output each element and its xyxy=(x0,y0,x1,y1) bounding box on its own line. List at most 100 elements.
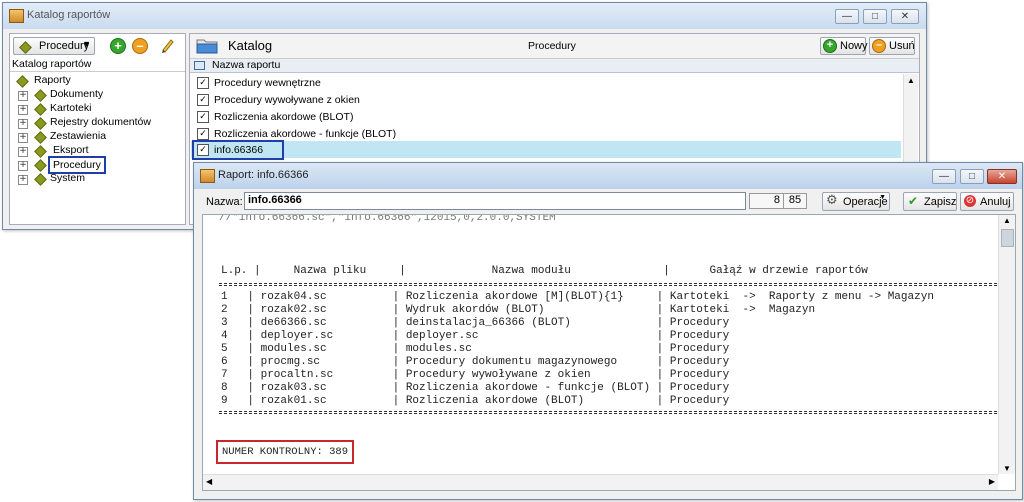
new-button[interactable]: + Nowy xyxy=(820,37,868,55)
minimize-button[interactable]: — xyxy=(835,9,859,24)
tree-item-system[interactable]: System xyxy=(50,172,85,184)
left-pane: Procedury ▼ + – Katalog raportów Raporty… xyxy=(9,33,186,225)
row-checkbox[interactable]: ✓ xyxy=(197,77,209,89)
row-checkbox[interactable]: ✓ xyxy=(197,111,209,123)
table-row: 1 | rozak04.sc | Rozliczenia akordowe [M… xyxy=(221,291,934,303)
column-indicator: 85 xyxy=(783,193,807,209)
catalog-toolbar: Katalog Procedury + Nowy – Usuń xyxy=(190,34,919,59)
report-row[interactable]: Procedury wywoływane z okien xyxy=(214,94,360,106)
remove-icon: – xyxy=(872,39,886,53)
control-number-box: NUMER KONTROLNY: 389 xyxy=(216,440,355,464)
expand-icon[interactable]: + xyxy=(18,175,28,185)
save-button[interactable]: ✔ Zapisz xyxy=(903,192,957,211)
catalog-panel-center: Procedury xyxy=(528,40,576,52)
expand-icon[interactable]: + xyxy=(18,105,28,115)
report-row-selected[interactable]: info.66366 xyxy=(214,144,263,156)
tree-item-rejestry[interactable]: Rejestry dokumentów xyxy=(50,116,151,128)
app-icon xyxy=(200,169,215,183)
selected-row-highlight[interactable] xyxy=(191,141,901,158)
table-row: 3 | de66366.sc | deinstalacja_66366 (BLO… xyxy=(221,317,730,329)
folder-icon xyxy=(34,89,47,102)
app-icon xyxy=(9,9,24,23)
report-row[interactable]: Rozliczenia akordowe (BLOT) xyxy=(214,111,353,123)
table-row: 8 | rozak03.sc | Rozliczenia akordowe - … xyxy=(221,382,730,394)
maximize-button[interactable]: □ xyxy=(960,169,984,184)
tree-header-divider xyxy=(10,71,185,72)
folder-icon xyxy=(34,131,47,144)
folder-icon xyxy=(34,145,47,158)
close-button[interactable]: ✕ xyxy=(891,9,919,24)
catalog-window-title: Katalog raportów xyxy=(27,9,111,21)
expand-icon[interactable]: + xyxy=(18,91,28,101)
remove-icon[interactable]: – xyxy=(132,38,148,54)
column-number: 85 xyxy=(788,194,802,206)
expand-icon[interactable]: + xyxy=(18,133,28,143)
separator-top-2 xyxy=(219,285,997,286)
catalog-folder-icon xyxy=(196,37,218,54)
report-row[interactable]: Procedury wewnętrzne xyxy=(214,77,321,89)
tree-item-kartoteki[interactable]: Kartoteki xyxy=(50,102,91,114)
control-number: NUMER KONTROLNY: 389 xyxy=(222,446,349,458)
folder-icon xyxy=(34,117,47,130)
tree-item-raporty[interactable]: Raporty xyxy=(34,74,71,86)
maximize-button[interactable]: □ xyxy=(863,9,887,24)
save-label: Zapisz xyxy=(924,196,957,208)
chevron-down-icon: ▼ xyxy=(879,194,886,201)
new-button-label: Nowy xyxy=(840,40,868,52)
tree-item-zestawienia[interactable]: Zestawienia xyxy=(50,130,106,142)
chevron-down-icon: ▼ xyxy=(82,39,91,49)
column-header-icon xyxy=(194,61,205,70)
delete-button-label: Usuń xyxy=(889,40,915,52)
close-button[interactable]: ✕ xyxy=(987,169,1017,184)
expand-icon[interactable]: + xyxy=(18,161,28,171)
add-icon[interactable]: + xyxy=(110,38,126,54)
column-header[interactable]: Nazwa raportu xyxy=(190,59,919,73)
category-dropdown[interactable]: Procedury ▼ xyxy=(13,37,95,55)
scroll-down-icon[interactable]: ▼ xyxy=(1003,464,1011,473)
scroll-up-icon[interactable]: ▲ xyxy=(907,76,915,85)
delete-button[interactable]: – Usuń xyxy=(869,37,915,55)
expand-icon[interactable]: + xyxy=(18,147,28,157)
cancel-button[interactable]: ⊘ Anuluj xyxy=(960,192,1014,211)
table-row: 9 | rozak01.sc | Rozliczenia akordowe (B… xyxy=(221,395,730,407)
row-checkbox[interactable]: ✓ xyxy=(197,144,209,156)
row-checkbox[interactable]: ✓ xyxy=(197,94,209,106)
name-field[interactable]: info.66366 xyxy=(244,192,746,210)
separator-top xyxy=(219,283,997,284)
code-editor[interactable]: //"info.66366.sc","info.66366",12015,0,2… xyxy=(202,214,1016,491)
table-row: 6 | procmg.sc | Procedury dokumentu maga… xyxy=(221,356,730,368)
row-checkbox[interactable]: ✓ xyxy=(197,128,209,140)
minimize-button[interactable]: — xyxy=(932,169,956,184)
folder-icon xyxy=(16,75,29,88)
operations-button[interactable]: ⚙ Operacje ▼ xyxy=(822,192,890,211)
editor-horizontal-scrollbar[interactable]: ◀ ▶ xyxy=(203,474,998,490)
table-row: 7 | procaltn.sc | Procedury wywoływane z… xyxy=(221,369,730,381)
scroll-right-icon[interactable]: ▶ xyxy=(989,477,995,486)
cancel-label: Anuluj xyxy=(980,196,1011,208)
check-icon: ✔ xyxy=(908,194,919,208)
tree-header: Katalog raportów xyxy=(12,58,92,70)
folder-icon xyxy=(34,159,47,172)
tree-item-eksport[interactable]: Eksport xyxy=(53,144,89,156)
columns-header: L.p. | Nazwa pliku | Nazwa modułu | Gałą… xyxy=(221,265,868,277)
code-header-line: //"info.66366.sc","info.66366",12015,0,2… xyxy=(219,214,556,224)
tree-item-dokumenty[interactable]: Dokumenty xyxy=(50,88,103,100)
report-row[interactable]: Rozliczenia akordowe - funkcje (BLOT) xyxy=(214,128,396,140)
folder-icon xyxy=(34,173,47,186)
separator-bottom-2 xyxy=(219,413,997,414)
scroll-left-icon[interactable]: ◀ xyxy=(206,477,212,486)
name-label: Nazwa: xyxy=(206,196,243,208)
gear-icon: ⚙ xyxy=(826,193,838,208)
edit-pencil-icon[interactable] xyxy=(160,37,176,53)
report-window: Raport: info.66366 — □ ✕ Nazwa: info.663… xyxy=(193,162,1023,500)
table-row: 5 | modules.sc | modules.sc | Procedury xyxy=(221,343,730,355)
editor-vertical-scrollbar[interactable]: ▲ ▼ xyxy=(998,215,1015,474)
scroll-up-icon[interactable]: ▲ xyxy=(1003,216,1011,225)
scroll-thumb[interactable] xyxy=(1001,229,1014,247)
line-indicator: 8 xyxy=(749,193,785,209)
category-icon xyxy=(19,41,32,54)
add-icon: + xyxy=(823,39,837,53)
report-titlebar: Raport: info.66366 — □ ✕ xyxy=(194,163,1022,189)
expand-icon[interactable]: + xyxy=(18,119,28,129)
cancel-icon: ⊘ xyxy=(964,195,976,207)
